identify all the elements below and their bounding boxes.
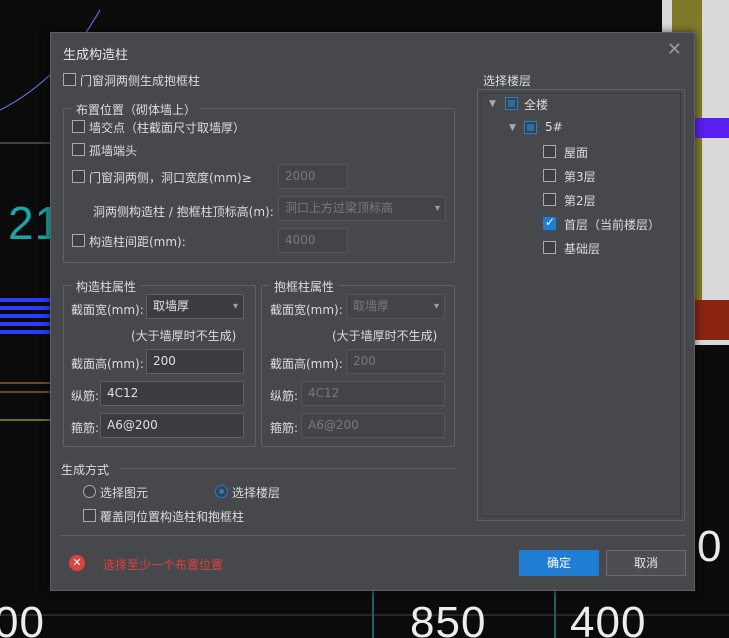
floor-checkbox-1[interactable] — [543, 215, 556, 230]
column-stirrup-input[interactable]: A6@200 — [100, 413, 244, 438]
floor-label-1: 首层（当前楼层） — [564, 218, 661, 232]
frame-width-label: 截面宽(mm): — [270, 303, 343, 317]
floor-label-2: 第2层 — [564, 194, 596, 208]
frame-stirrup-input[interactable]: A6@200 — [301, 413, 445, 438]
generation-divider — [119, 468, 455, 469]
wall-intersection-label: 墙交点（柱截面尺寸取墙厚） — [89, 121, 246, 135]
isolated-wall-end-checkbox[interactable] — [72, 143, 85, 156]
door-window-frame-column-label: 门窗洞两侧生成抱框柱 — [80, 74, 201, 88]
dialog-title: 生成构造柱 — [63, 48, 129, 63]
door-window-frame-column-checkbox[interactable] — [63, 73, 76, 86]
select-floor-radio[interactable] — [215, 485, 228, 498]
ok-button[interactable]: 确定 — [519, 550, 599, 576]
frame-height-label: 截面高(mm): — [270, 357, 343, 371]
column-stirrup-label: 箍筋: — [71, 421, 100, 435]
building-label: 5# — [545, 120, 563, 134]
column-long-rebar-input[interactable]: 4C12 — [100, 381, 244, 406]
frame-stirrup-label: 箍筋: — [270, 421, 299, 435]
overwrite-checkbox[interactable] — [83, 509, 96, 522]
placement-group-title: 布置位置（砌体墙上） — [72, 101, 201, 118]
cad-label-bottom-1: 00 — [0, 598, 45, 638]
select-floor-label: 选择楼层 — [232, 486, 281, 500]
generate-constructional-column-dialog: 生成构造柱 ✕ 门窗洞两侧生成抱框柱 布置位置（砌体墙上） 墙交点（柱截面尺寸取… — [50, 32, 695, 591]
floor-checkbox-roof[interactable] — [543, 145, 556, 158]
cad-label-bottom-2: 850 — [410, 598, 487, 638]
floor-label-3: 第3层 — [564, 170, 596, 184]
column-spacing-input[interactable]: 4000 — [278, 228, 348, 253]
frame-props-title: 抱框柱属性 — [270, 278, 339, 295]
all-floors-checkbox[interactable] — [505, 97, 518, 110]
error-icon: ✕ — [69, 555, 85, 571]
floor-label-foundation: 基础层 — [564, 242, 601, 256]
column-width-select[interactable]: 取墙厚 — [146, 294, 244, 319]
floor-checkbox-2[interactable] — [543, 193, 556, 206]
column-long-rebar-label: 纵筋: — [71, 389, 100, 403]
frame-long-rebar-input[interactable]: 4C12 — [301, 381, 445, 406]
top-elevation-label: 洞两侧构造柱 / 抱框柱顶标高(m): — [93, 205, 274, 219]
generation-method-title: 生成方式 — [61, 463, 110, 477]
frame-width-select[interactable]: 取墙厚 — [346, 294, 445, 319]
opening-sides-checkbox[interactable] — [72, 170, 85, 183]
floor-checkbox-foundation[interactable] — [543, 241, 556, 254]
column-width-label: 截面宽(mm): — [71, 303, 144, 317]
close-icon[interactable]: ✕ — [667, 41, 682, 59]
column-height-input[interactable]: 200 — [146, 349, 244, 374]
overwrite-label: 覆盖同位置构造柱和抱框柱 — [100, 510, 245, 524]
opening-sides-label: 门窗洞两侧，洞口宽度(mm)≥ — [89, 171, 252, 185]
error-message: 选择至少一个布置位置 — [103, 558, 224, 572]
column-height-label: 截面高(mm): — [71, 357, 144, 371]
top-elevation-select[interactable]: 洞口上方过梁顶标高 — [278, 196, 446, 221]
floor-select-title: 选择楼层 — [483, 74, 532, 88]
frame-width-note: (大于墙厚时不生成) — [332, 329, 438, 343]
frame-long-rebar-label: 纵筋: — [270, 389, 299, 403]
wall-intersection-checkbox[interactable] — [72, 120, 85, 133]
select-element-label: 选择图元 — [100, 486, 149, 500]
column-width-note: (大于墙厚时不生成) — [131, 329, 237, 343]
footer-divider — [61, 535, 686, 536]
cad-label-bottom-3: 400 — [570, 598, 647, 638]
column-spacing-checkbox[interactable] — [72, 234, 85, 247]
column-spacing-label: 构造柱间距(mm): — [89, 235, 186, 249]
select-element-radio[interactable] — [83, 485, 96, 498]
cancel-button[interactable]: 取消 — [606, 550, 686, 576]
opening-width-input[interactable]: 2000 — [278, 164, 348, 189]
expand-building-arrow-icon[interactable]: ▼ — [509, 123, 516, 133]
all-floors-label: 全楼 — [524, 98, 549, 112]
expand-all-arrow-icon[interactable]: ▼ — [489, 99, 496, 109]
isolated-wall-end-label: 孤墙端头 — [89, 144, 138, 158]
column-props-title: 构造柱属性 — [72, 278, 141, 295]
frame-height-input[interactable]: 200 — [346, 349, 445, 374]
floor-checkbox-3[interactable] — [543, 169, 556, 182]
floor-label-roof: 屋面 — [564, 146, 589, 160]
cad-label-right: 0 — [697, 522, 723, 571]
building-checkbox[interactable] — [524, 121, 537, 134]
